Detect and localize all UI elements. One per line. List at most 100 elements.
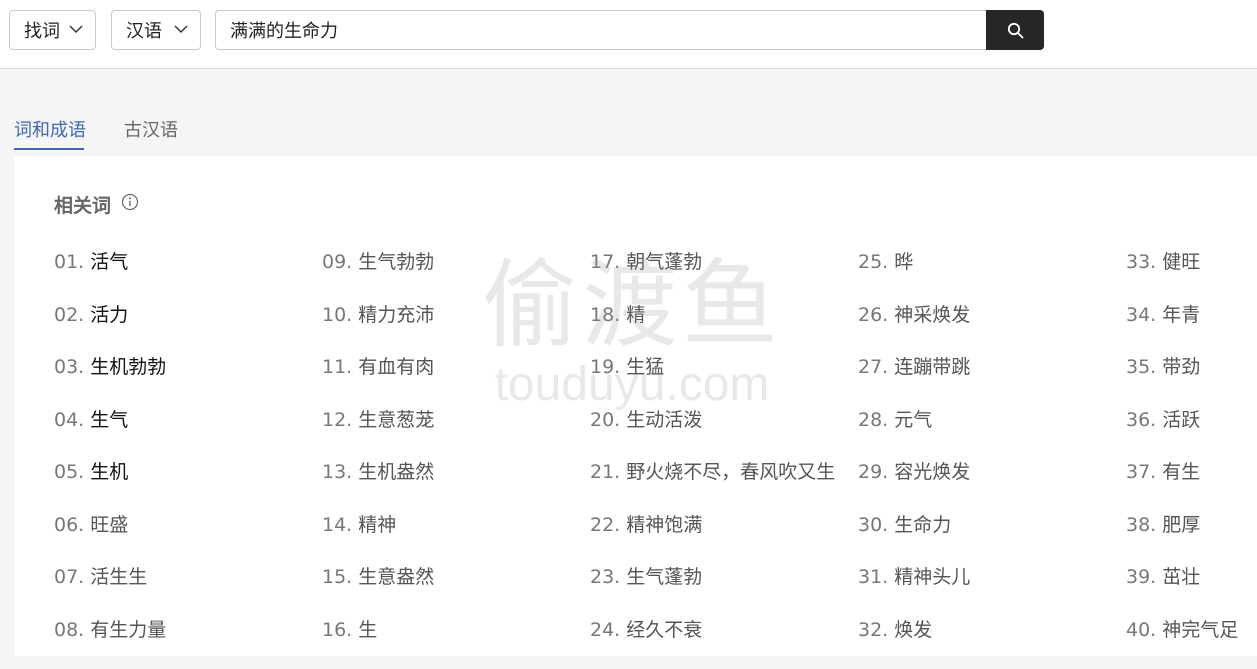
item-word: 活跃 — [1162, 409, 1200, 431]
item-word: 生机盎然 — [358, 461, 434, 483]
item-word: 生气蓬勃 — [626, 566, 702, 588]
search-input[interactable] — [215, 10, 987, 50]
item-number: 10. — [322, 304, 352, 326]
word-item[interactable]: 22. 精神饱满 — [590, 512, 835, 565]
item-number: 01. — [54, 251, 84, 273]
word-item[interactable]: 18. 精 — [590, 302, 835, 355]
word-item[interactable]: 25. 晔 — [858, 249, 970, 302]
word-item[interactable]: 38. 肥厚 — [1126, 512, 1238, 565]
item-word: 连蹦带跳 — [894, 356, 970, 378]
item-number: 38. — [1126, 514, 1156, 536]
info-icon[interactable] — [121, 193, 139, 211]
item-word: 活气 — [90, 251, 128, 273]
mode-dropdown[interactable]: 找词 — [9, 10, 96, 50]
item-word: 晔 — [894, 251, 913, 273]
word-item[interactable]: 03. 生机勃勃 — [54, 354, 166, 407]
word-item[interactable]: 24. 经久不衰 — [590, 617, 835, 669]
item-word: 生机勃勃 — [90, 356, 166, 378]
tab-classical-chinese[interactable]: 古汉语 — [124, 116, 178, 142]
item-number: 16. — [322, 619, 352, 641]
item-word: 焕发 — [894, 619, 932, 641]
word-column-2: 09. 生气勃勃 10. 精力充沛 11. 有血有肉 12. 生意葱茏 13. … — [322, 249, 434, 669]
word-item[interactable]: 21. 野火烧不尽，春风吹又生 — [590, 459, 835, 512]
word-item[interactable]: 20. 生动活泼 — [590, 407, 835, 460]
mode-dropdown-value: 找词 — [24, 17, 60, 43]
item-word: 精神 — [358, 514, 396, 536]
item-number: 17. — [590, 251, 620, 273]
language-dropdown[interactable]: 汉语 — [111, 10, 201, 50]
item-word: 精神饱满 — [626, 514, 702, 536]
item-word: 生气勃勃 — [358, 251, 434, 273]
word-item[interactable]: 12. 生意葱茏 — [322, 407, 434, 460]
word-item[interactable]: 01. 活气 — [54, 249, 166, 302]
result-tabs: 词和成语 古汉语 — [0, 100, 1257, 156]
item-word: 年青 — [1162, 304, 1200, 326]
word-item[interactable]: 37. 有生 — [1126, 459, 1238, 512]
item-word: 旺盛 — [90, 514, 128, 536]
item-number: 29. — [858, 461, 888, 483]
item-number: 13. — [322, 461, 352, 483]
item-number: 33. — [1126, 251, 1156, 273]
word-item[interactable]: 17. 朝气蓬勃 — [590, 249, 835, 302]
item-word: 带劲 — [1162, 356, 1200, 378]
item-number: 37. — [1126, 461, 1156, 483]
item-word: 生命力 — [894, 514, 951, 536]
item-number: 25. — [858, 251, 888, 273]
word-item[interactable]: 04. 生气 — [54, 407, 166, 460]
word-item[interactable]: 34. 年青 — [1126, 302, 1238, 355]
item-number: 19. — [590, 356, 620, 378]
chevron-down-icon — [174, 24, 188, 34]
word-item[interactable]: 13. 生机盎然 — [322, 459, 434, 512]
word-item[interactable]: 27. 连蹦带跳 — [858, 354, 970, 407]
item-word: 容光焕发 — [894, 461, 970, 483]
item-word: 生机 — [90, 461, 128, 483]
word-item[interactable]: 31. 精神头儿 — [858, 564, 970, 617]
word-item[interactable]: 39. 茁壮 — [1126, 564, 1238, 617]
item-number: 07. — [54, 566, 84, 588]
language-dropdown-value: 汉语 — [126, 17, 162, 43]
word-item[interactable]: 32. 焕发 — [858, 617, 970, 669]
search-icon — [1007, 22, 1024, 39]
top-search-bar: 找词 汉语 — [0, 0, 1257, 69]
item-word: 精 — [626, 304, 645, 326]
word-item[interactable]: 16. 生 — [322, 617, 434, 669]
item-number: 04. — [54, 409, 84, 431]
word-item[interactable]: 36. 活跃 — [1126, 407, 1238, 460]
word-item[interactable]: 10. 精力充沛 — [322, 302, 434, 355]
item-number: 28. — [858, 409, 888, 431]
item-number: 08. — [54, 619, 84, 641]
item-number: 03. — [54, 356, 84, 378]
item-word: 肥厚 — [1162, 514, 1200, 536]
word-item[interactable]: 14. 精神 — [322, 512, 434, 565]
word-item[interactable]: 09. 生气勃勃 — [322, 249, 434, 302]
word-item[interactable]: 08. 有生力量 — [54, 617, 166, 669]
item-word: 生气 — [90, 409, 128, 431]
word-item[interactable]: 33. 健旺 — [1126, 249, 1238, 302]
word-item[interactable]: 11. 有血有肉 — [322, 354, 434, 407]
item-word: 朝气蓬勃 — [626, 251, 702, 273]
item-word: 有血有肉 — [358, 356, 434, 378]
word-item[interactable]: 06. 旺盛 — [54, 512, 166, 565]
item-number: 14. — [322, 514, 352, 536]
item-number: 39. — [1126, 566, 1156, 588]
word-item[interactable]: 28. 元气 — [858, 407, 970, 460]
word-item[interactable]: 26. 神采焕发 — [858, 302, 970, 355]
word-item[interactable]: 30. 生命力 — [858, 512, 970, 565]
item-word: 精力充沛 — [358, 304, 434, 326]
search-button[interactable] — [986, 10, 1044, 50]
active-tab-indicator — [14, 148, 84, 150]
word-item[interactable]: 23. 生气蓬勃 — [590, 564, 835, 617]
item-number: 23. — [590, 566, 620, 588]
item-word: 活生生 — [90, 566, 147, 588]
word-item[interactable]: 05. 生机 — [54, 459, 166, 512]
word-item[interactable]: 29. 容光焕发 — [858, 459, 970, 512]
tab-words-and-idioms[interactable]: 词和成语 — [14, 116, 86, 142]
word-item[interactable]: 35. 带劲 — [1126, 354, 1238, 407]
word-item[interactable]: 15. 生意盎然 — [322, 564, 434, 617]
word-item[interactable]: 07. 活生生 — [54, 564, 166, 617]
word-column-3: 17. 朝气蓬勃 18. 精 19. 生猛 20. 生动活泼 21. 野火烧不尽… — [590, 249, 835, 669]
word-item[interactable]: 19. 生猛 — [590, 354, 835, 407]
word-item[interactable]: 40. 神完气足 — [1126, 617, 1238, 669]
item-number: 36. — [1126, 409, 1156, 431]
word-item[interactable]: 02. 活力 — [54, 302, 166, 355]
